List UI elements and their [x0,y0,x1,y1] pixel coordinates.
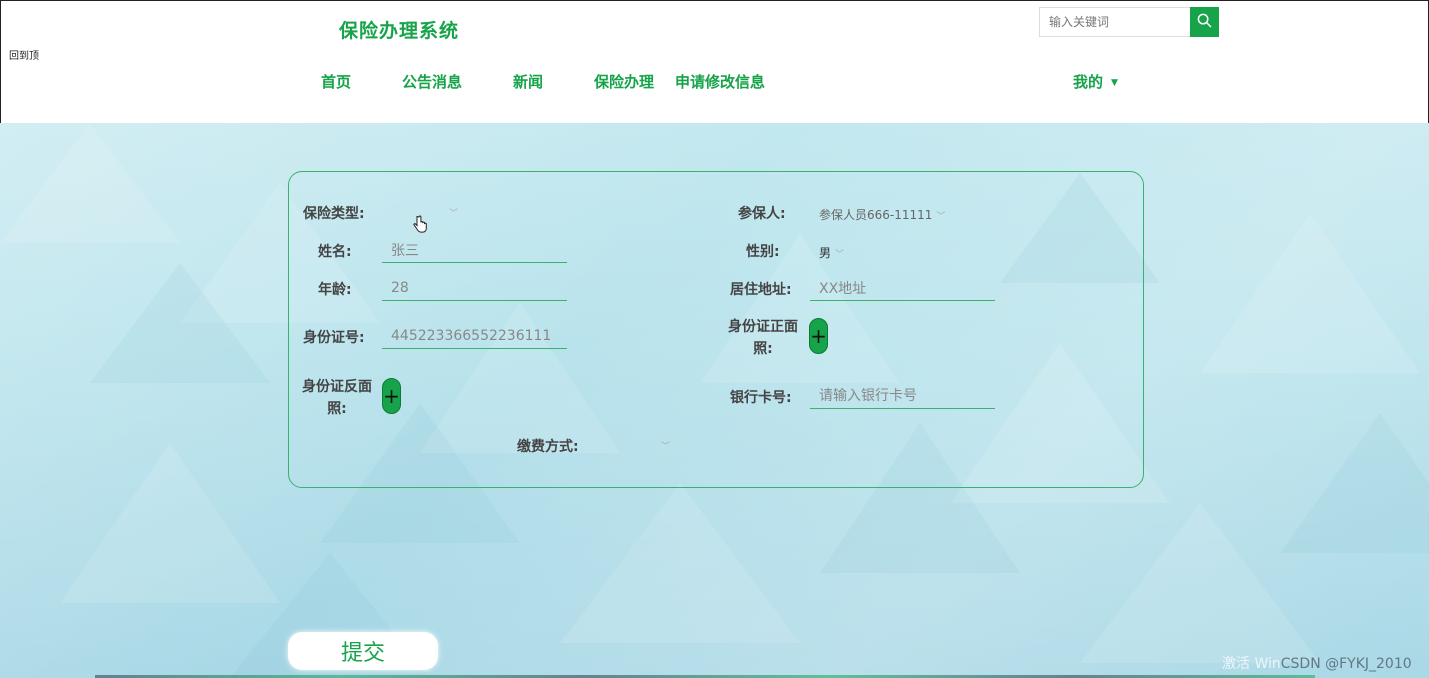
age-label: 年龄: [318,282,352,298]
user-menu-label: 我的 [1073,73,1104,91]
age-input[interactable] [382,275,567,301]
id-number-input[interactable] [382,323,567,349]
page: 保险办理系统 回到顶 首页 公告消息 新闻 保险办理 申请修改信息 我的 ▼ [0,0,1429,678]
insured-person-label: 参保人: [738,206,786,222]
chevron-down-icon: ﹀ [661,442,671,452]
id-back-upload-button[interactable]: + [382,378,401,414]
search-input[interactable] [1039,7,1190,37]
nav-item-home[interactable]: 首页 [321,71,351,92]
corner-text: 回到顶 [9,51,39,62]
nav-item-edit-info[interactable]: 申请修改信息 [675,71,765,92]
user-menu[interactable]: 我的 ▼ [1073,71,1118,92]
payment-label: 缴费方式: [517,439,579,455]
payment-select[interactable]: ﹀ [594,438,670,456]
address-label: 居住地址: [730,282,792,298]
caret-down-icon: ▼ [1111,77,1118,88]
activate-windows-text: 激活 Win [1222,656,1281,672]
gender-select[interactable]: 男 ﹀ [819,244,844,261]
gender-label: 性别: [746,244,780,260]
bank-card-input[interactable] [810,383,995,409]
hand-cursor-icon [413,215,427,239]
chevron-down-icon: ﹀ [449,209,459,219]
insurance-type-label: 保险类型: [303,206,365,222]
header: 保险办理系统 回到顶 首页 公告消息 新闻 保险办理 申请修改信息 我的 ▼ [0,0,1429,123]
nav-item-announcements[interactable]: 公告消息 [402,71,462,92]
id-number-label: 身份证号: [303,330,365,346]
site-brand[interactable]: 保险办理系统 [339,16,459,43]
bank-card-label: 银行卡号: [730,390,792,406]
watermark: 激活 WinCSDN @FYKJ_2010 [1222,653,1412,673]
submit-button[interactable]: 提交 [288,632,438,670]
address-input[interactable] [810,275,995,301]
chevron-down-icon: ﹀ [936,212,946,222]
chevron-down-icon: ﹀ [835,250,845,260]
insured-person-value: 参保人员666-11111 [819,208,933,222]
id-front-upload-button[interactable]: + [809,318,828,354]
nav-item-insurance[interactable]: 保险办理 [594,71,654,92]
csdn-watermark: CSDN @FYKJ_2010 [1280,656,1412,672]
gender-value: 男 [819,246,832,260]
name-input[interactable] [382,237,567,263]
name-label: 姓名: [318,244,352,260]
insured-person-select[interactable]: 参保人员666-11111 ﹀ [819,206,945,223]
search-icon [1197,13,1212,31]
id-front-label: 身份证正面照: [728,319,798,357]
search-button[interactable] [1190,7,1219,37]
id-back-label: 身份证反面照: [302,379,372,417]
nav-item-news[interactable]: 新闻 [513,71,543,92]
search-box [1039,7,1219,37]
